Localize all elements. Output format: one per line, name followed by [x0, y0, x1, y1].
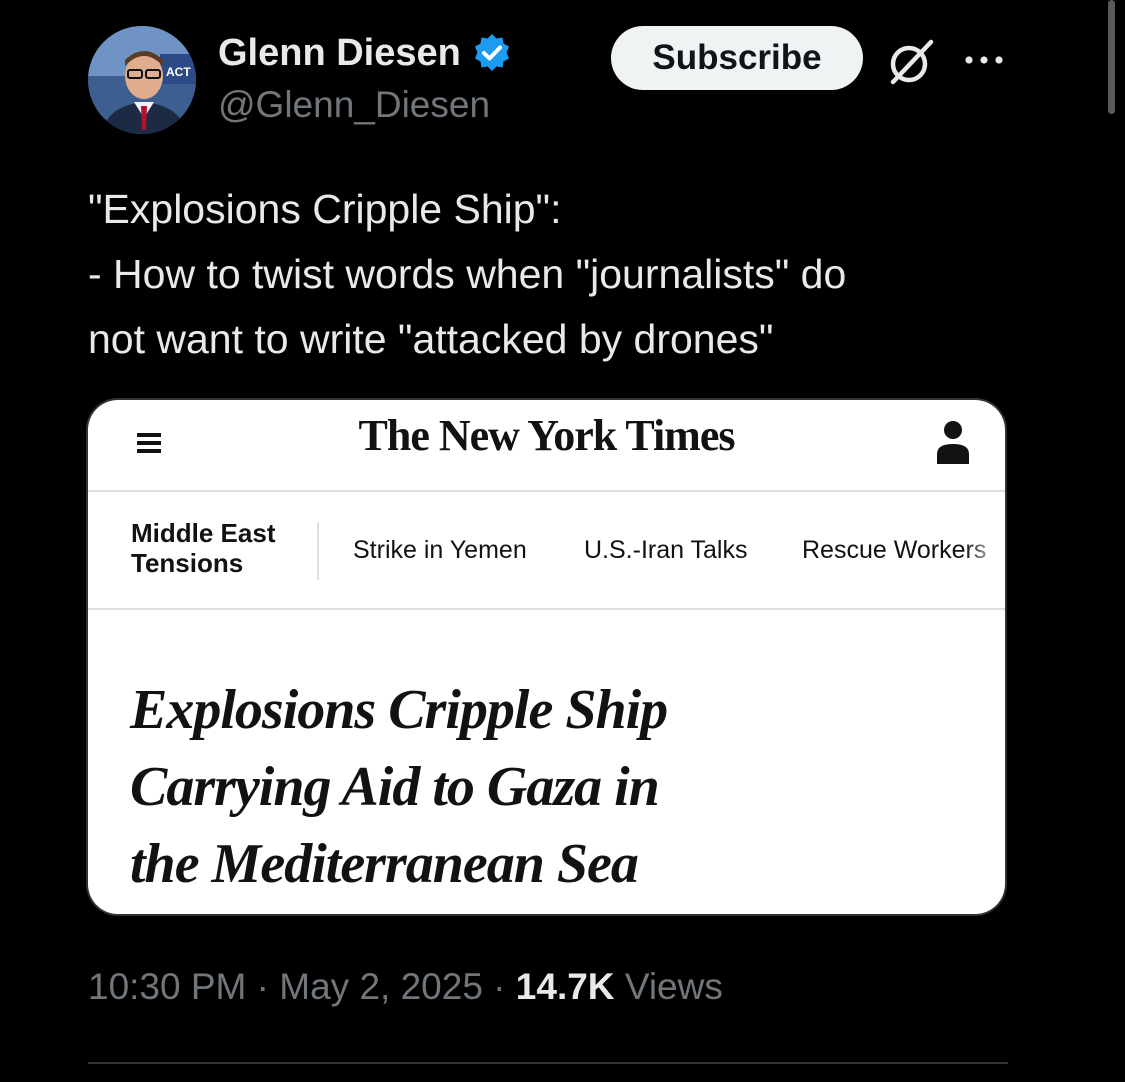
more-dots-icon[interactable] [962, 46, 1006, 74]
nyt-header-bar: The New York Times [88, 400, 1005, 492]
tweet-text-line: - How to twist words when "journalists" … [88, 251, 847, 297]
views-count: 14.7K [515, 966, 615, 1007]
subnav-link-strike-in-yemen: Strike in Yemen [353, 536, 527, 564]
attached-image[interactable]: The New York Times Middle East Tensions … [88, 400, 1005, 914]
nyt-subnav: Middle East Tensions Strike in Yemen U.S… [88, 492, 1005, 610]
headline-line: Explosions Cripple Ship [130, 679, 668, 741]
nyt-logo: The New York Times [358, 411, 736, 460]
tweet-text-line: "Explosions Cripple Ship": [88, 186, 562, 232]
tweet-text-line: not want to write "attacked by drones" [88, 316, 774, 362]
section-divider [88, 1062, 1008, 1064]
scrollbar-thumb[interactable] [1108, 0, 1115, 114]
section-label-line: Tensions [131, 548, 244, 578]
meta-separator: · [246, 966, 280, 1007]
tweet-meta: 10:30 PM · May 2, 2025 · 14.7K Views [88, 966, 723, 1008]
tweet-date[interactable]: May 2, 2025 [279, 966, 483, 1007]
avatar[interactable]: ACT [88, 26, 196, 134]
section-label: Middle East Tensions [131, 518, 275, 578]
headline-line: the Mediterranean Sea [130, 833, 639, 895]
subnav-fade [965, 492, 1005, 608]
account-icon [937, 421, 969, 464]
tweet-text: "Explosions Cripple Ship": - How to twis… [88, 177, 1018, 372]
tweet-detail-page: ACT Glenn Diesen @Glenn_Diesen Subscribe [0, 0, 1125, 1082]
subnav-divider [317, 522, 319, 580]
avatar-photo: ACT [88, 26, 196, 134]
article-headline: Explosions Cripple Ship Carrying Aid to … [130, 672, 668, 903]
author-handle[interactable]: @Glenn_Diesen [218, 84, 490, 126]
verified-badge-icon [474, 34, 509, 71]
headline-line: Carrying Aid to Gaza in [130, 756, 660, 818]
section-label-line: Middle East [131, 518, 276, 548]
author-name-row[interactable]: Glenn Diesen [218, 30, 513, 76]
grok-icon[interactable] [885, 36, 937, 88]
svg-text:ACT: ACT [166, 65, 191, 79]
subnav-link-rescue-workers: Rescue Workers [802, 536, 987, 564]
subscribe-button[interactable]: Subscribe [611, 26, 863, 90]
views-label: Views [624, 966, 723, 1007]
meta-separator: · [482, 966, 516, 1007]
author-display-name[interactable]: Glenn Diesen [218, 32, 461, 75]
subnav-link-us-iran-talks: U.S.-Iran Talks [584, 536, 748, 564]
tweet-time[interactable]: 10:30 PM [88, 966, 246, 1007]
